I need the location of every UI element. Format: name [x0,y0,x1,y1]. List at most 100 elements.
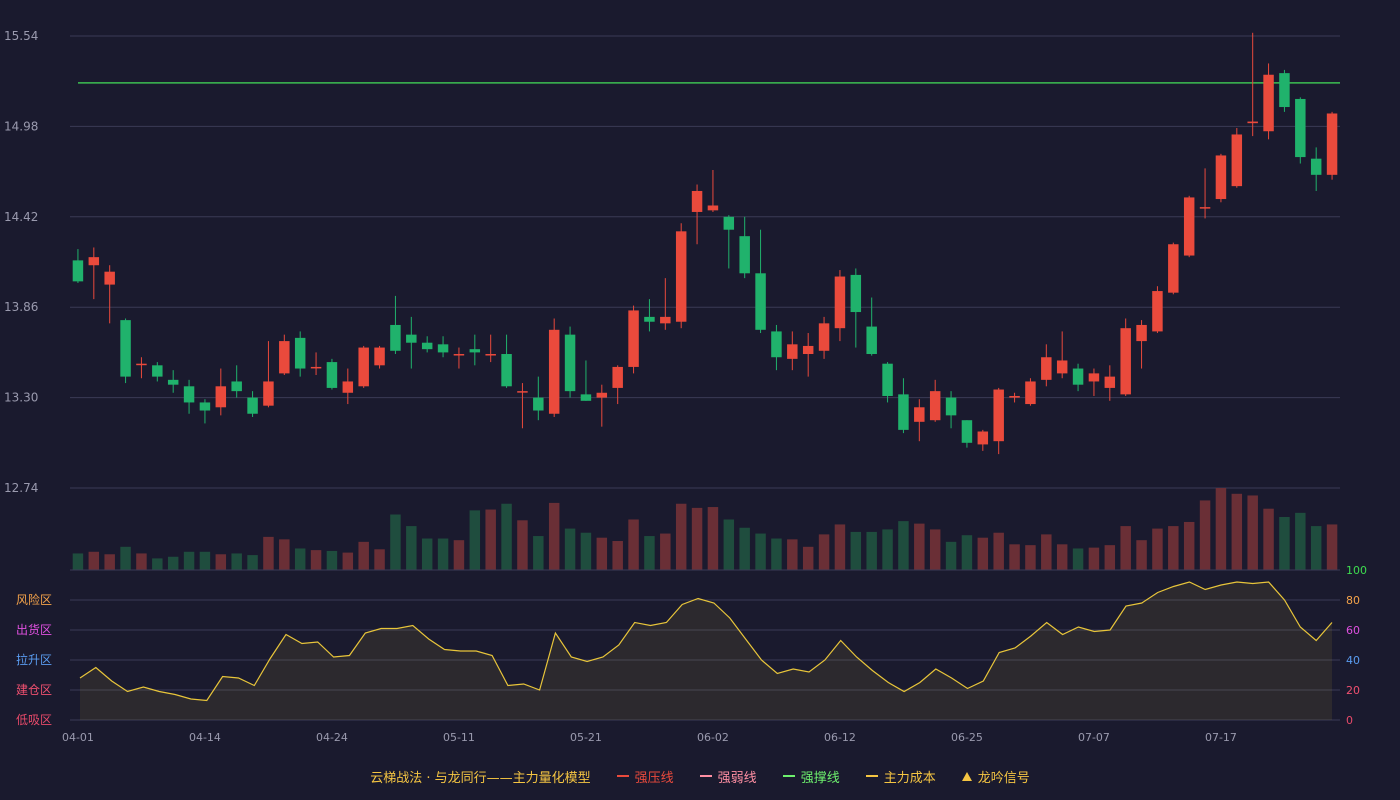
candle-body [1025,381,1036,405]
candle-body [310,366,322,369]
chart-stage: 15.54 14.98 14.42 13.86 13.30 12.74 100 80 60 40 2… [0,0,1400,800]
volume-bar [945,541,957,570]
candle-body [72,260,84,282]
legend-label-support: 强撑线 [800,770,840,786]
legend-item-support[interactable]: 强撑线 [782,767,840,786]
candle-body [294,337,306,369]
candle-body [136,363,147,366]
candle-body [374,347,385,366]
legend-label-cost: 主力成本 [883,770,936,786]
candle-body [1310,158,1322,175]
x-tick-label: 06-02 [697,731,729,744]
volume-bar [1310,526,1322,570]
candle-body [247,397,258,414]
volume-bar [1168,526,1179,570]
legend-item-strength[interactable]: 强弱线 [699,767,757,786]
volume-bar [1231,493,1243,570]
volume-bar [675,503,687,570]
volume-bar [564,528,576,570]
volume-bar [596,537,608,570]
candle-body [596,392,608,398]
volume-bar [152,558,163,570]
candle-body [1136,324,1147,342]
candle-body [263,381,274,406]
candle-body [675,231,687,322]
candle-body [834,276,846,329]
candle-body [1152,291,1163,332]
volume-bar [644,536,655,570]
candle-body [929,391,941,421]
volume-bar [612,541,623,570]
candle-body [1088,373,1100,382]
volume-bar [104,554,115,570]
oscillator-area [80,582,1332,720]
volume-bar [1041,534,1052,570]
volume-bar [691,507,703,570]
candle-body [628,310,639,367]
volume-bar [247,555,258,570]
candle-body [580,394,592,401]
zone-label: 风险区 [16,592,52,607]
legend-swatch-strength [699,775,712,777]
candle-body [88,257,100,266]
legend-swatch-support [782,775,795,777]
volume-bar [1025,545,1036,570]
volume-bar [802,546,814,570]
volume-bar [136,553,147,570]
candle-body [231,381,242,392]
volume-bar [1088,547,1100,570]
volume-bar [739,527,750,570]
candle-body [1326,113,1338,175]
volume-bar [818,534,830,570]
candle-body [501,354,512,387]
legend-label-signal: 龙吟信号 [977,770,1030,786]
volume-bar [1120,526,1131,570]
x-tick-label: 05-21 [570,731,602,744]
volume-bar [660,533,671,570]
volume-bar [533,536,544,570]
candle-body [993,389,1004,442]
candlestick-chart: 15.54 14.98 14.42 13.86 13.30 12.74 100 80 60 40 2… [4,29,1367,744]
legend-item-cost[interactable]: 主力成本 [865,767,936,786]
candle-body [707,205,719,211]
legend-item-resistance[interactable]: 强压线 [616,767,674,786]
volume-bar [1104,545,1116,570]
volume-bar [1136,540,1147,570]
candle-body [612,366,623,388]
candle-body [533,397,544,411]
candle-body [723,216,735,230]
candle-body [548,329,560,414]
x-tick-label: 04-14 [189,731,221,744]
x-tick-label: 04-24 [316,731,348,744]
volume-bar [866,531,877,570]
x-tick-label: 05-11 [443,731,475,744]
candle-body [358,347,369,387]
legend-swatch-resistance [616,775,629,777]
candle-body [898,394,909,430]
volume-bar [1215,488,1227,570]
legend-item-signal[interactable]: 龙吟信号 [961,767,1030,786]
candle-body [342,381,354,393]
oscillator-tick-label: 0 [1346,714,1353,727]
volume-bar [517,520,528,570]
volume-bar [72,553,84,570]
candle-body [390,324,401,351]
candle-body [485,354,496,356]
volume-bar [1072,548,1084,570]
candle-body [1009,395,1020,398]
oscillator-tick-label: 100 [1346,564,1367,577]
volume-bar [882,529,893,570]
volume-bar [199,551,211,570]
volume-bar [1295,512,1306,570]
volume-bar [310,550,322,570]
candle-body [1056,360,1068,374]
candle-body [406,334,417,343]
candle-body [882,363,893,396]
volume-bar [231,553,242,570]
candle-body [691,190,703,212]
candle-body [199,402,211,411]
candle-body [1279,73,1290,108]
price-tick-label: 13.86 [4,300,38,314]
candle-body [1247,121,1258,124]
candle-body [1295,98,1306,158]
